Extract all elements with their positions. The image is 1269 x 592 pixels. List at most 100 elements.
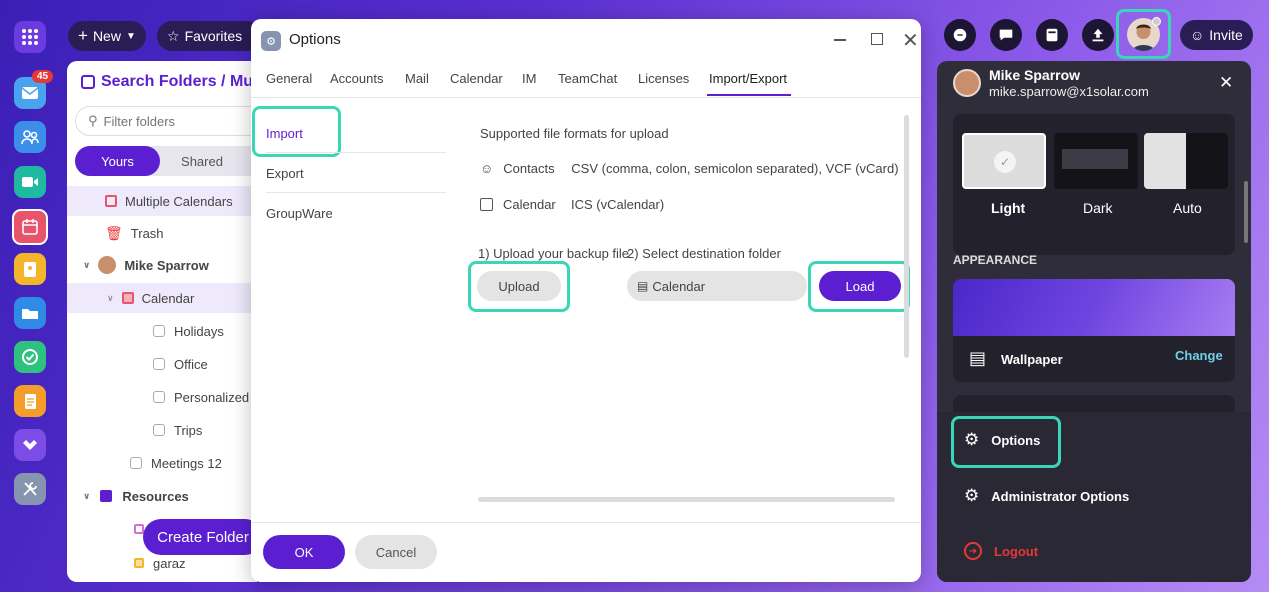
calendar-icon	[22, 219, 38, 235]
folder-item-label: Calendar	[141, 290, 195, 306]
nav-export[interactable]: Export	[266, 166, 304, 181]
create-folder-button[interactable]: Create Folder	[143, 519, 257, 555]
profile-avatar	[953, 69, 981, 97]
tab-general[interactable]: General	[266, 71, 312, 86]
garaz-color-icon	[134, 558, 144, 568]
folder-item-label: Trash	[130, 225, 164, 241]
folder-item-office[interactable]: Office	[67, 349, 257, 379]
add-user-icon: ☺	[1190, 27, 1205, 43]
folder-item-resources[interactable]: ∨ Resources	[67, 481, 257, 511]
upload-icon	[1092, 28, 1104, 42]
panel-scrollbar[interactable]	[1244, 181, 1248, 243]
tab-licenses[interactable]: Licenses	[638, 71, 689, 86]
logout-menu-item[interactable]: ➜ Logout	[964, 542, 1038, 560]
nav-import[interactable]: Import	[266, 126, 303, 141]
favorites-button[interactable]: ☆ Favorites	[157, 21, 263, 51]
invite-button[interactable]: ☺ Invite	[1180, 20, 1253, 50]
folder-item-personalized[interactable]: Personalized	[67, 382, 257, 412]
widgets-app-button[interactable]	[14, 429, 46, 461]
user-avatar-small	[98, 256, 117, 274]
folder-item-label: Mike Sparrow	[124, 257, 209, 273]
calendar-formats: ICS (vCalendar)	[571, 197, 665, 212]
personalized-checkbox[interactable]	[153, 391, 165, 403]
contacts-formats: CSV (comma, colon, semicolon separated),…	[571, 161, 899, 176]
video-app-button[interactable]	[14, 166, 46, 198]
tab-calendar[interactable]: Calendar	[450, 71, 503, 86]
calendar-label: Calendar	[503, 197, 556, 212]
nav-divider-2	[266, 192, 446, 193]
document-icon	[25, 394, 36, 409]
address-book-icon	[24, 262, 36, 277]
close-panel-icon[interactable]: ✕	[1219, 73, 1233, 93]
options-dialog: ⚙ Options ✕ General Accounts Mail Calend…	[251, 19, 921, 582]
appearance-heading: APPEARANCE	[953, 253, 1038, 267]
new-button[interactable]: + New ▼	[68, 21, 146, 51]
admin-tools-button[interactable]	[14, 473, 46, 505]
vertical-scrollbar[interactable]	[904, 115, 909, 358]
meetings-checkbox[interactable]	[130, 457, 142, 469]
calendar-color-icon	[105, 195, 117, 207]
check-circle-icon: ✓	[994, 151, 1016, 173]
folder-item-label: Meetings 12	[151, 455, 222, 471]
tasks-app-button[interactable]	[14, 341, 46, 373]
folder-item-label: Resources	[122, 488, 189, 504]
tab-teamchat[interactable]: TeamChat	[558, 71, 617, 86]
chevron-down-icon: ∨	[83, 490, 91, 501]
maximize-icon[interactable]	[871, 33, 883, 45]
theme-dark-label: Dark	[1083, 200, 1113, 216]
calendar-small-icon	[1046, 28, 1058, 42]
nav-divider-1	[266, 152, 446, 153]
notes-app-button[interactable]	[14, 253, 46, 285]
contacts-app-button[interactable]	[14, 121, 46, 153]
upload-button-top[interactable]	[1082, 19, 1114, 51]
theme-auto-preview[interactable]	[1144, 133, 1228, 189]
chat-button[interactable]	[944, 19, 976, 51]
search-icon: ⚲	[88, 113, 98, 128]
tab-mail[interactable]: Mail	[405, 71, 429, 86]
filter-folders-box[interactable]: ⚲	[75, 106, 257, 136]
filter-folders-input[interactable]	[103, 113, 234, 129]
change-wallpaper-link[interactable]: Change	[1175, 348, 1223, 363]
folder-item-calendar[interactable]: ∨ Calendar	[67, 283, 257, 313]
tab-yours[interactable]: Yours	[75, 146, 160, 176]
footer-divider	[251, 522, 921, 523]
files-app-button[interactable]	[14, 297, 46, 329]
upload-button[interactable]: Upload	[477, 271, 561, 301]
check-icon	[22, 349, 38, 365]
video-icon	[22, 177, 38, 187]
trash-icon: 🗑	[105, 224, 123, 241]
calendar-shortcut-button[interactable]	[1036, 19, 1068, 51]
tab-import-export[interactable]: Import/Export	[709, 71, 787, 86]
folder-item-mike-sparrow[interactable]: ∨ Mike Sparrow	[67, 250, 257, 280]
ok-button[interactable]: OK	[263, 535, 345, 569]
folder-item-trips[interactable]: Trips	[67, 415, 257, 445]
folder-item-holidays[interactable]: Holidays	[67, 316, 257, 346]
trips-checkbox[interactable]	[153, 424, 165, 436]
messages-button[interactable]	[990, 19, 1022, 51]
holidays-checkbox[interactable]	[153, 325, 165, 337]
calendar-color-square	[121, 292, 134, 304]
dialog-title: Options	[289, 31, 341, 48]
theme-dark-preview[interactable]	[1054, 133, 1138, 189]
nav-groupware[interactable]: GroupWare	[266, 206, 333, 221]
tab-im[interactable]: IM	[522, 71, 536, 86]
close-icon[interactable]: ✕	[902, 28, 919, 53]
tab-shared[interactable]: Shared	[167, 146, 237, 176]
horizontal-scrollbar[interactable]	[478, 497, 895, 502]
apps-grid-button[interactable]	[14, 21, 46, 53]
office-checkbox[interactable]	[153, 358, 165, 370]
options-menu-item[interactable]: ⚙ Options	[964, 430, 1040, 450]
admin-options-menu-item[interactable]: ⚙ Administrator Options	[964, 486, 1129, 506]
minimize-icon[interactable]	[834, 39, 846, 41]
destination-folder-select[interactable]: ▤ Calendar	[627, 271, 807, 301]
tab-accounts[interactable]: Accounts	[330, 71, 383, 86]
cancel-button[interactable]: Cancel	[355, 535, 437, 569]
calendar-app-button[interactable]	[12, 209, 48, 245]
load-button[interactable]: Load	[819, 271, 901, 301]
folder-item-meetings[interactable]: Meetings 12	[67, 448, 257, 478]
folder-item-trash[interactable]: 🗑 Trash	[67, 218, 257, 248]
folder-item-multiple-calendars[interactable]: Multiple Calendars	[67, 186, 257, 216]
theme-light-preview[interactable]: ✓	[962, 133, 1046, 189]
folder-item-label: Office	[174, 356, 208, 372]
documents-app-button[interactable]	[14, 385, 46, 417]
